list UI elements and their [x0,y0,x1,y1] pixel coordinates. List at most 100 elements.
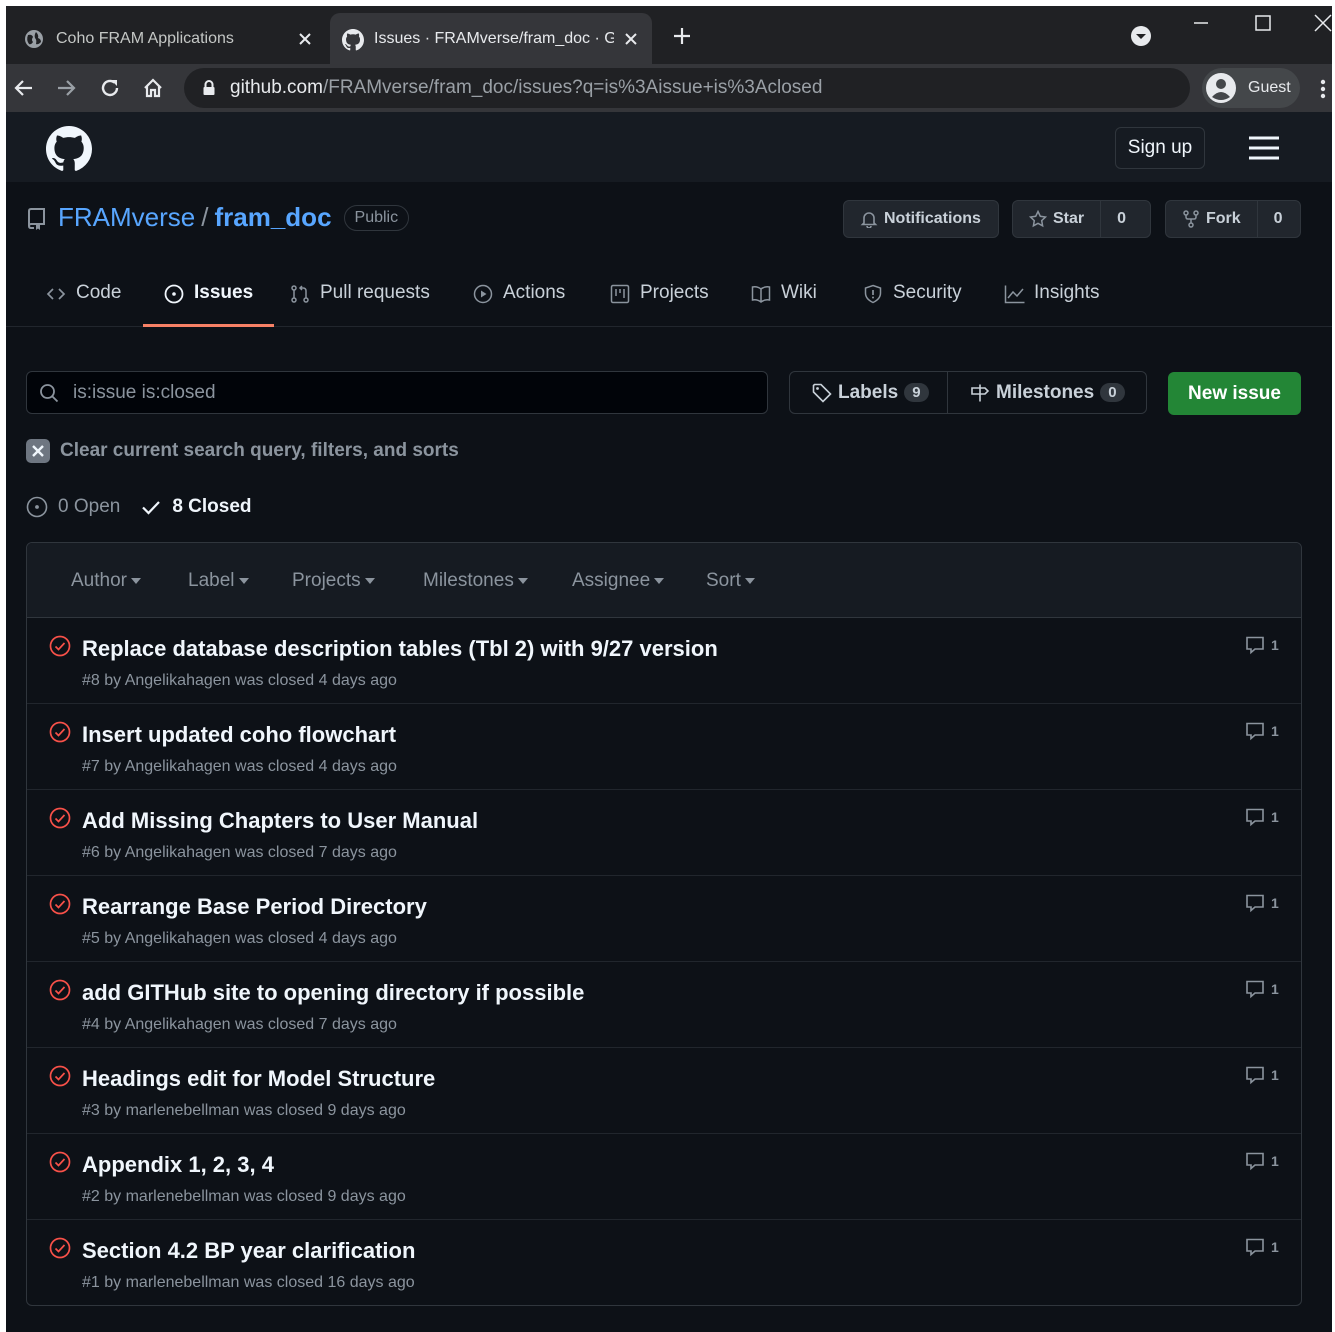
tab-wiki-label: Wiki [781,282,817,303]
issue-row[interactable]: Appendix 1, 2, 3, 4 #2 by marlenebellman… [27,1134,1301,1220]
browser-menu-icon[interactable] [1318,78,1328,100]
lock-icon[interactable] [202,80,216,96]
issue-title-link[interactable]: Insert updated coho flowchart [82,722,396,748]
issue-title-link[interactable]: Rearrange Base Period Directory [82,894,427,920]
assignee-filter-label: Assignee [572,569,651,591]
issue-search-box[interactable] [26,371,768,414]
issue-comments-link[interactable]: 1 [1245,893,1279,913]
issue-row[interactable]: Rearrange Base Period Directory #5 by An… [27,876,1301,962]
browser-tab-1[interactable]: Coho FRAM Applications [12,13,326,64]
minimize-icon[interactable] [1190,12,1212,34]
bell-icon [860,210,878,228]
project-icon [610,284,630,304]
visibility-badge: Public [343,204,410,231]
closed-issues-link[interactable]: 8 Closed [140,496,252,518]
reload-icon[interactable] [98,76,122,100]
label-filter[interactable]: Label [188,543,249,618]
issue-row[interactable]: Add Missing Chapters to User Manual #6 b… [27,790,1301,876]
shield-icon [863,284,883,304]
comment-icon [1245,1065,1265,1085]
forward-icon[interactable] [54,76,78,100]
search-input[interactable] [73,381,673,404]
close-tab-icon[interactable] [296,30,314,48]
tab-insights[interactable]: Insights [1004,276,1099,327]
globe-icon [24,29,44,49]
caret-down-icon [744,577,755,584]
new-tab-icon[interactable] [670,24,694,48]
issue-meta: #5 by Angelikahagen was closed 4 days ag… [82,930,397,947]
closed-issues-label: 8 Closed [172,496,252,517]
tab-pull-requests[interactable]: Pull requests [290,276,430,327]
back-icon[interactable] [12,76,36,100]
caret-down-icon [364,577,375,584]
issue-comment-count: 1 [1271,723,1279,739]
notifications-button[interactable]: Notifications [843,200,999,238]
issue-comments-link[interactable]: 1 [1245,807,1279,827]
milestone-icon [970,383,990,403]
issue-title-link[interactable]: Add Missing Chapters to User Manual [82,808,478,834]
star-button[interactable]: Star 0 [1012,200,1151,238]
issue-comments-link[interactable]: 1 [1245,721,1279,741]
issue-comments-link[interactable]: 1 [1245,1065,1279,1085]
issue-closed-icon [49,893,71,915]
issue-row[interactable]: Replace database description tables (Tbl… [27,618,1301,704]
tab-code-label: Code [76,282,122,303]
tab-security[interactable]: Security [863,276,962,327]
search-icon [39,383,59,403]
address-bar[interactable]: github.com/FRAMverse/fram_doc/issues?q=i… [184,68,1190,108]
repo-name-link[interactable]: fram_doc [214,202,331,233]
issue-meta: #3 by marlenebellman was closed 9 days a… [82,1102,406,1119]
tab-code[interactable]: Code [46,276,121,327]
milestones-label: Milestones [996,381,1095,403]
author-filter[interactable]: Author [71,543,141,618]
labels-button[interactable]: Labels 9 [790,372,948,413]
tab-projects-label: Projects [640,282,709,303]
issue-comments-link[interactable]: 1 [1245,1237,1279,1257]
new-issue-button[interactable]: New issue [1168,372,1301,415]
tab-projects[interactable]: Projects [610,276,709,327]
tab-issues[interactable]: Issues [143,276,275,327]
issue-list: Author Label Projects Milestones Assigne… [26,542,1302,1306]
clear-query-link[interactable]: Clear current search query, filters, and… [26,439,459,463]
caret-down-icon [654,577,665,584]
browser-tab-2[interactable]: Issues · FRAMverse/fram_doc · GitHub [330,13,652,64]
issue-comments-link[interactable]: 1 [1245,1151,1279,1171]
maximize-icon[interactable] [1252,12,1274,34]
url-path: /FRAMverse/fram_doc/issues?q=is%3Aissue+… [322,77,823,98]
sort-filter[interactable]: Sort [706,543,755,618]
comment-icon [1245,979,1265,999]
issue-title-link[interactable]: Appendix 1, 2, 3, 4 [82,1152,274,1178]
issue-row[interactable]: add GITHub site to opening directory if … [27,962,1301,1048]
milestones-filter[interactable]: Milestones [423,543,528,618]
issue-title-link[interactable]: add GITHub site to opening directory if … [82,980,584,1006]
assignee-filter[interactable]: Assignee [572,543,665,618]
issue-row[interactable]: Insert updated coho flowchart #7 by Ange… [27,704,1301,790]
close-window-icon[interactable] [1312,12,1332,34]
home-icon[interactable] [141,76,165,100]
issue-comments-link[interactable]: 1 [1245,635,1279,655]
issue-comments-link[interactable]: 1 [1245,979,1279,999]
milestones-button[interactable]: Milestones 0 [948,372,1146,413]
profile-button[interactable]: Guest [1202,68,1300,108]
tab-wiki[interactable]: Wiki [751,276,817,327]
tab-search-icon[interactable] [1130,25,1152,47]
github-logo-icon[interactable] [46,126,92,172]
fork-button[interactable]: Fork 0 [1165,200,1301,238]
book-icon [751,284,771,304]
issue-title-link[interactable]: Headings edit for Model Structure [82,1066,435,1092]
open-issues-link[interactable]: 0 Open [26,496,120,518]
close-tab-icon[interactable] [622,30,640,48]
comment-icon [1245,807,1265,827]
hamburger-menu-icon[interactable] [1247,134,1281,162]
star-icon [1029,210,1047,228]
issue-row[interactable]: Section 4.2 BP year clarification #1 by … [27,1220,1301,1305]
projects-filter[interactable]: Projects [292,543,375,618]
tab-actions[interactable]: Actions [473,276,565,327]
issue-row[interactable]: Headings edit for Model Structure #3 by … [27,1048,1301,1134]
issue-title-link[interactable]: Section 4.2 BP year clarification [82,1238,415,1264]
issue-comment-count: 1 [1271,981,1279,997]
issue-title-link[interactable]: Replace database description tables (Tbl… [82,636,718,662]
sign-up-button[interactable]: Sign up [1115,127,1205,169]
repo-owner-link[interactable]: FRAMverse [58,202,195,233]
star-label: Star [1053,210,1085,227]
